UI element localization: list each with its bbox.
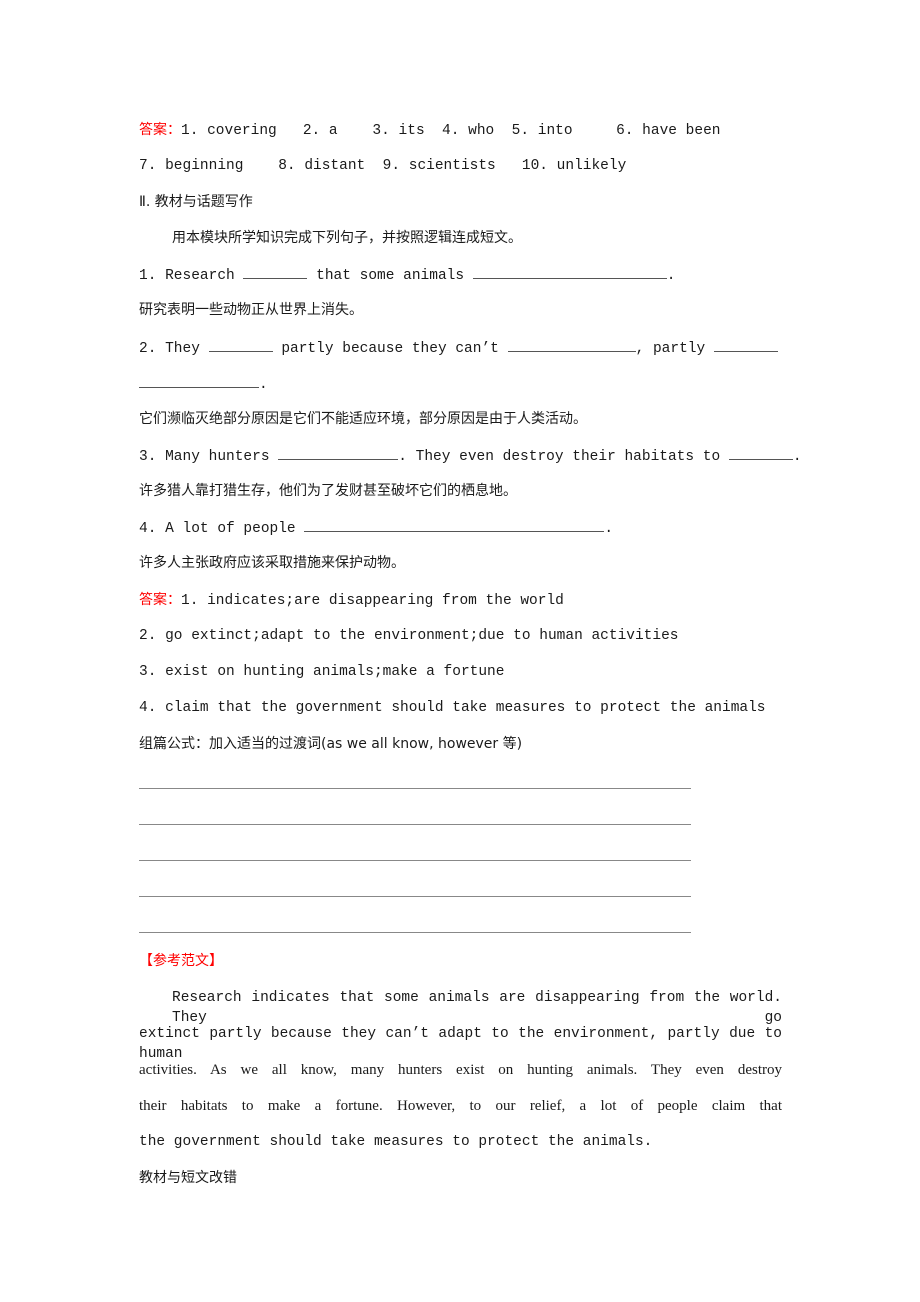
sample-essay-line: Research indicates that some animals are… bbox=[172, 990, 782, 1026]
section-heading: Ⅱ. 教材与话题写作 bbox=[139, 194, 253, 210]
answer-line-2: 7. beginning 8. distant 9. scientists 10… bbox=[139, 158, 627, 174]
fill-blank[interactable] bbox=[728, 445, 793, 460]
fill-blank[interactable] bbox=[243, 264, 308, 279]
item-text: 3. Many hunters bbox=[139, 449, 279, 465]
exercise-item-1: 1. Research that some animals . bbox=[139, 264, 675, 284]
composition-formula: 组篇公式：加入适当的过渡词(as we all know, however 等) bbox=[139, 736, 523, 752]
section-instruction: 用本模块所学知识完成下列句子，并按照逻辑连成短文。 bbox=[172, 230, 522, 246]
item-text: 1. Research bbox=[139, 268, 244, 284]
item-text: . bbox=[666, 268, 676, 284]
fill-blank[interactable] bbox=[139, 373, 259, 388]
answer2-line-3: 3. exist on hunting animals;make a fortu… bbox=[139, 664, 505, 680]
next-section-heading: 教材与短文改错 bbox=[139, 1170, 237, 1186]
sample-essay-line: activities. As we all know, many hunters… bbox=[139, 1062, 782, 1078]
answer-label: 答案： bbox=[139, 592, 181, 608]
exercise-item-3: 3. Many hunters . They even destroy thei… bbox=[139, 445, 802, 465]
writing-line[interactable] bbox=[139, 788, 691, 789]
sample-essay-line: the government should take measures to p… bbox=[139, 1134, 653, 1150]
exercise-item-4: 4. A lot of people . bbox=[139, 517, 613, 537]
writing-line[interactable] bbox=[139, 896, 691, 897]
translation-1: 研究表明一些动物正从世界上消失。 bbox=[139, 302, 363, 318]
fill-blank[interactable] bbox=[472, 264, 667, 279]
sample-essay-line: extinct partly because they can’t adapt … bbox=[139, 1026, 782, 1062]
fill-blank[interactable] bbox=[278, 445, 399, 460]
item-text: 4. A lot of people bbox=[139, 521, 305, 537]
item-text: . bbox=[604, 521, 614, 537]
writing-line[interactable] bbox=[139, 860, 691, 861]
fill-blank[interactable] bbox=[507, 337, 636, 352]
answer2-line-2: 2. go extinct;adapt to the environment;d… bbox=[139, 628, 679, 644]
writing-line[interactable] bbox=[139, 932, 691, 933]
exercise-item-2: 2. They partly because they can’t , part… bbox=[139, 337, 778, 357]
item-text: . They even destroy their habitats to bbox=[398, 449, 729, 465]
fill-blank[interactable] bbox=[208, 337, 273, 352]
item-text: 2. They bbox=[139, 341, 209, 357]
writing-line[interactable] bbox=[139, 824, 691, 825]
answer-label: 答案： bbox=[139, 122, 181, 138]
answer2-line-1: 答案：1. indicates;are disappearing from th… bbox=[139, 590, 564, 610]
item-text: . bbox=[259, 377, 268, 393]
item-text: . bbox=[792, 449, 802, 465]
fill-blank[interactable] bbox=[713, 337, 778, 352]
answer-text: 1. covering 2. a 3. its 4. who 5. into 6… bbox=[181, 123, 721, 139]
answer2-line-4: 4. claim that the government should take… bbox=[139, 700, 766, 716]
sample-essay-heading: 【参考范文】 bbox=[139, 953, 223, 969]
sample-essay-line: their habitats to make a fortune. Howeve… bbox=[139, 1098, 782, 1114]
translation-3: 许多猎人靠打猎生存，他们为了发财甚至破坏它们的栖息地。 bbox=[139, 483, 517, 499]
translation-4: 许多人主张政府应该采取措施来保护动物。 bbox=[139, 555, 405, 571]
item-text: partly because they can’t bbox=[272, 341, 508, 357]
translation-2: 它们濒临灭绝部分原因是它们不能适应环境，部分原因是由于人类活动。 bbox=[139, 411, 587, 427]
item-text: , partly bbox=[635, 341, 714, 357]
exercise-item-2-cont: . bbox=[139, 373, 268, 393]
fill-blank[interactable] bbox=[304, 517, 605, 532]
answer-line-1: 答案：1. covering 2. a 3. its 4. who 5. int… bbox=[139, 120, 721, 140]
item-text: that some animals bbox=[307, 268, 473, 284]
answer-text: 1. indicates;are disappearing from the w… bbox=[181, 593, 564, 609]
